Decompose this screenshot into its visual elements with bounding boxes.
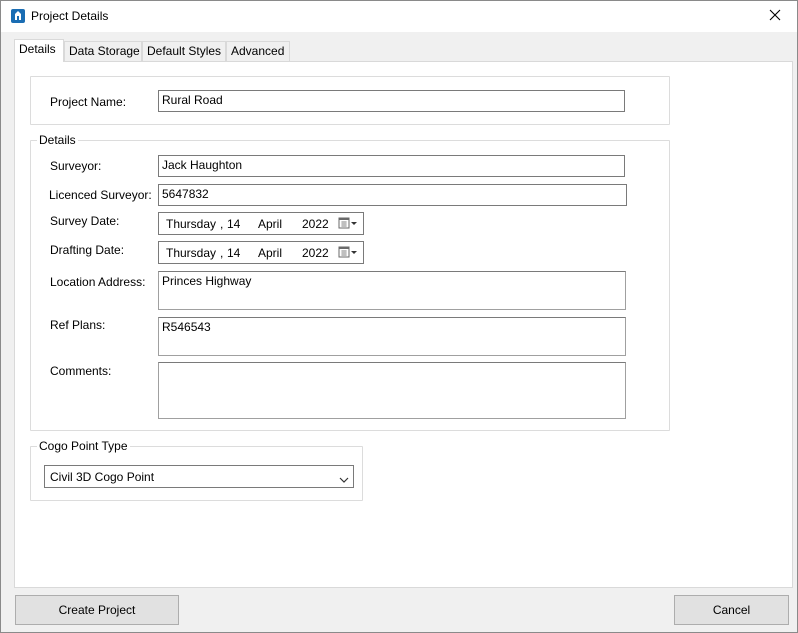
licenced-surveyor-label: Licenced Surveyor:: [49, 188, 152, 202]
survey-date-picker[interactable]: Thursday , 14 April 2022: [158, 212, 364, 235]
survey-date-year: 2022: [302, 217, 329, 231]
drafting-date-year: 2022: [302, 246, 329, 260]
surveyor-label: Surveyor:: [50, 159, 102, 173]
project-name-input[interactable]: Rural Road: [158, 90, 625, 112]
details-tab-panel: Project Name: Rural Road Details Surveyo…: [14, 61, 793, 588]
tab-advanced[interactable]: Advanced: [226, 41, 290, 61]
surveyor-input[interactable]: Jack Haughton: [158, 155, 625, 177]
title-bar[interactable]: Project Details: [1, 1, 797, 32]
location-address-input[interactable]: Princes Highway: [158, 271, 626, 310]
calendar-icon[interactable]: [338, 216, 360, 232]
comments-label: Comments:: [50, 364, 112, 378]
create-project-button[interactable]: Create Project: [15, 595, 179, 625]
project-name-label: Project Name:: [50, 95, 127, 109]
survey-date-weekday: Thursday: [166, 217, 217, 231]
drafting-date-weekday: Thursday: [166, 246, 217, 260]
chevron-down-icon: [339, 473, 349, 487]
tab-details[interactable]: Details: [14, 39, 64, 62]
survey-date-label: Survey Date:: [50, 214, 120, 228]
close-icon: [769, 9, 781, 24]
cogo-point-type-value: Civil 3D Cogo Point: [50, 470, 155, 484]
survey-date-month: April: [258, 217, 283, 231]
comments-input[interactable]: [158, 362, 626, 419]
location-address-label: Location Address:: [50, 275, 146, 289]
close-button[interactable]: [753, 1, 797, 32]
app-icon: [10, 8, 26, 24]
cogo-point-type-select[interactable]: Civil 3D Cogo Point: [44, 465, 354, 488]
project-name-group: Project Name: Rural Road: [30, 76, 670, 125]
cancel-button[interactable]: Cancel: [674, 595, 789, 625]
tab-data-storage[interactable]: Data Storage: [64, 41, 142, 61]
drafting-date-label: Drafting Date:: [50, 243, 125, 257]
licenced-surveyor-input[interactable]: 5647832: [158, 184, 627, 206]
tab-default-styles[interactable]: Default Styles: [142, 41, 226, 61]
details-group-legend: Details: [37, 133, 78, 147]
drafting-date-month: April: [258, 246, 283, 260]
calendar-icon[interactable]: [338, 245, 360, 261]
drafting-date-picker[interactable]: Thursday , 14 April 2022: [158, 241, 364, 264]
ref-plans-input[interactable]: R546543: [158, 317, 626, 356]
details-group: Details Surveyor: Jack Haughton Licenced…: [30, 133, 670, 431]
drafting-date-separator: ,: [220, 246, 224, 260]
drafting-date-day: 14: [227, 246, 241, 260]
survey-date-day: 14: [227, 217, 241, 231]
cogo-point-type-legend: Cogo Point Type: [37, 439, 130, 453]
project-details-window: Project Details Details Data Storage Def…: [0, 0, 798, 633]
cogo-point-type-group: Cogo Point Type Civil 3D Cogo Point: [30, 439, 363, 501]
survey-date-separator: ,: [220, 217, 224, 231]
ref-plans-label: Ref Plans:: [50, 318, 106, 332]
window-title: Project Details: [31, 9, 109, 23]
